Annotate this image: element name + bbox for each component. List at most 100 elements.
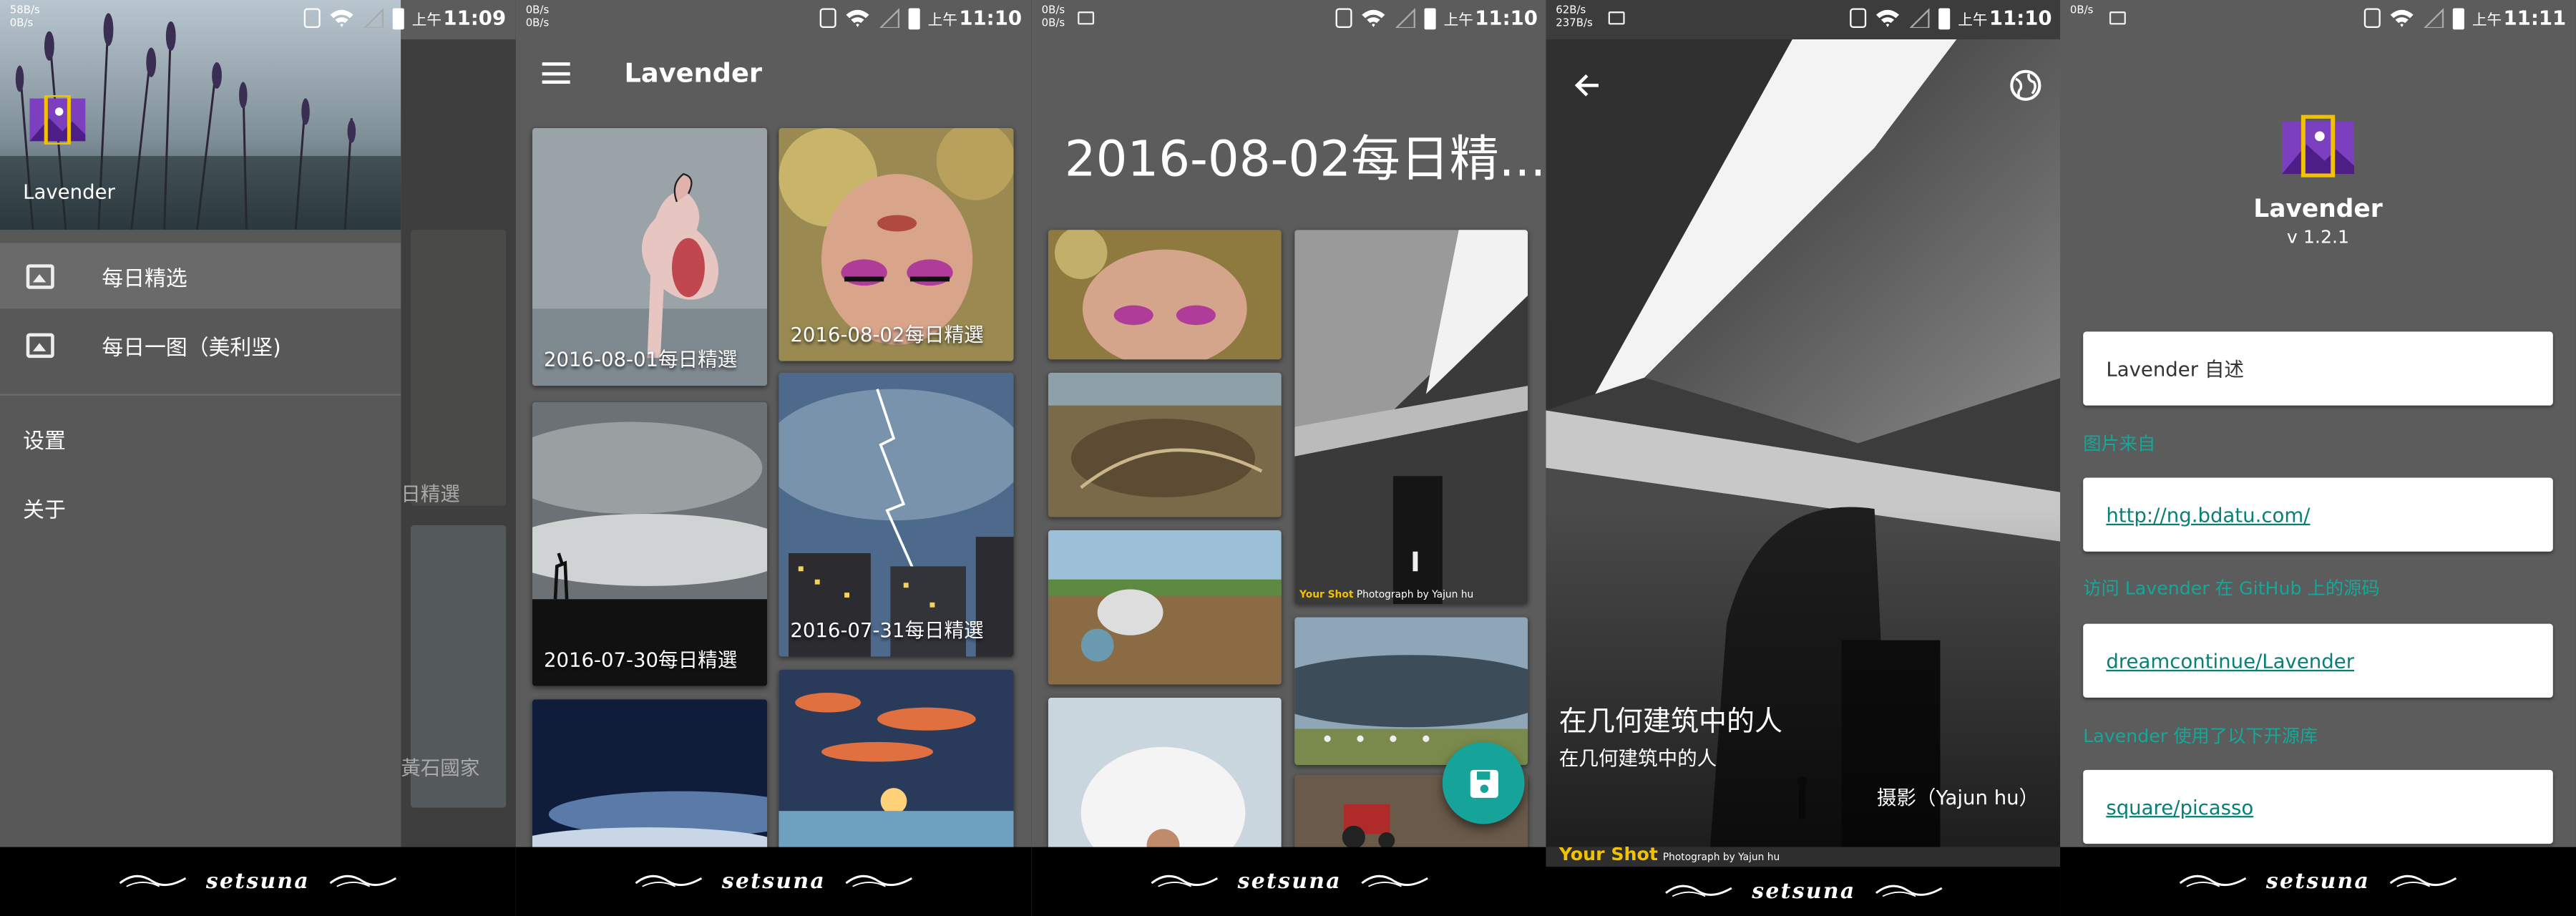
card-image [779,372,1014,657]
net-speed-up: 0B/s [525,3,550,16]
library-link-picasso[interactable]: square/picasso [2083,769,2553,844]
net-speed-down: 0B/s [525,16,550,30]
bottom-brand-bar: setsuna [1546,867,2062,916]
photo-thumb[interactable] [1048,697,1282,854]
battery-icon [2452,7,2464,29]
brand-text: setsuna [205,869,311,895]
app-logo-icon [2282,114,2355,178]
signal-icon [2424,9,2444,28]
net-speed-up: 62B/s [1556,3,1586,16]
readme-card[interactable]: Lavender 自述 [2083,331,2553,406]
card-image [532,402,768,686]
menu-item-settings[interactable]: 设置 [23,424,66,454]
gallery-notification-icon [1078,11,1095,25]
clock: 11:11 [2503,6,2567,30]
menu-icon[interactable] [542,62,570,85]
card-caption: 2016-07-30每日精選 [543,648,738,672]
vibrate-icon [1849,8,1866,28]
bottom-brand-bar: setsuna [515,847,1032,916]
drawer-app-name: Lavender [23,180,115,204]
gallery-card[interactable] [532,699,768,856]
status-bar: 0B/s 上午 11:11 [2060,0,2576,39]
gallery-card[interactable]: 2016-08-01每日精選 [532,127,768,386]
back-arrow-icon[interactable] [1572,71,1601,100]
save-icon [1469,769,1498,797]
time-ampm: 上午 [1443,12,1473,29]
save-button[interactable] [1442,741,1525,824]
gallery-notification-icon [1608,11,1625,25]
clock: 11:10 [1475,6,1538,30]
card-caption: 2016-07-31每日精選 [790,618,984,642]
brand-text: setsuna [1752,879,1856,904]
ornament-right-icon [328,874,396,888]
menu-item-daily-picks[interactable]: 每日精选 [0,243,401,309]
gallery-card[interactable]: 2016-07-31每日精選 [779,372,1014,657]
photo-thumb[interactable] [1048,230,1282,360]
ornament-left-icon [2180,874,2248,888]
gallery-card[interactable]: 2016-08-02每日精選 [779,127,1014,361]
time-ampm: 上午 [1958,12,1988,29]
signal-icon [1395,9,1415,28]
photographer-credit: 摄影（Yajun hu） [1876,786,2039,809]
gallery-notification-icon [2109,11,2126,25]
time-ampm: 上午 [411,12,442,29]
yourshot-badge: Your Shot Photograph by Yajun hu [1299,589,1474,601]
wifi-icon [1361,9,1385,27]
ornament-left-icon [1665,885,1734,897]
menu-item-label: 每日精选 [102,266,187,292]
clock: 11:09 [443,6,507,30]
toolbar-title: Lavender [624,57,762,89]
signal-icon [364,9,384,28]
ornament-left-icon [635,874,703,888]
image-icon [26,332,54,357]
photo-thumb[interactable] [1048,530,1282,685]
behind-list: 日精選 黃石國家 [401,39,516,847]
net-speed-up: 0B/s [2069,3,2094,16]
yourshot-badge: Your Shot Photograph by Yajun hu [1558,844,1780,865]
wifi-icon [845,9,869,27]
screen-day-gallery: 2016-08-02每日精... Your Shot Photograph by… [1031,0,1548,916]
ornament-left-icon [119,874,187,888]
wifi-icon [329,9,353,27]
battery-icon [908,7,920,29]
time-ampm: 上午 [927,12,958,29]
signal-icon [879,9,899,28]
wifi-icon [2390,9,2414,27]
vibrate-icon [819,8,836,28]
net-speed-up: 58B/s [9,3,40,16]
ornament-right-icon [2389,874,2457,888]
github-heading: 访问 Lavender 在 GitHub 上的源码 [2083,578,2380,600]
battery-icon [1938,7,1950,29]
behind-caption-1: 日精選 [401,482,460,506]
card-caption: 2016-08-01每日精選 [543,348,738,371]
card-caption: 2016-08-02每日精選 [790,323,984,347]
photo-thumb[interactable]: Your Shot Photograph by Yajun hu [1294,230,1528,605]
status-bar: 62B/s 237B/s 上午 11:10 [1546,0,2062,39]
photo-subtitle: 在几何建筑中的人 [1558,746,1717,770]
screen-list: Lavender 2016-08-01每日精選 2016-08-02每日精選 2… [515,0,1032,916]
menu-item-daily-image-usa[interactable]: 每日一图（美利坚) [0,312,401,378]
clock: 11:10 [1989,6,2052,30]
app-logo-icon [29,93,86,147]
gallery-card[interactable] [779,669,1014,854]
navigation-drawer: Lavender 每日精选 每日一图（美利坚) 设置 关于 [0,0,401,847]
image-source-link[interactable]: http://ng.bdatu.com/ [2083,477,2553,552]
ornament-right-icon [1874,885,1943,897]
ornament-right-icon [844,874,912,888]
net-speed-down: 0B/s [1041,16,1065,30]
globe-icon[interactable] [2009,69,2042,102]
brand-text: setsuna [1237,869,1342,895]
menu-item-about[interactable]: 关于 [23,492,66,523]
vibrate-icon [303,8,321,28]
time-ampm: 上午 [2472,12,2502,29]
status-bar: 0B/s 0B/s 上午 11:10 [1032,0,1548,39]
net-speed-up: 0B/s [1041,3,1065,16]
behind-caption-2: 黃石國家 [401,756,480,780]
photo-thumb[interactable] [1048,372,1282,517]
ornament-right-icon [1360,874,1428,888]
github-link[interactable]: dreamcontinue/Lavender [2083,623,2553,698]
gallery-card[interactable]: 2016-07-30每日精選 [532,402,768,686]
net-speed-down: 0B/s [9,16,34,30]
battery-icon [1424,7,1436,29]
menu-item-label: 每日一图（美利坚) [102,336,281,361]
